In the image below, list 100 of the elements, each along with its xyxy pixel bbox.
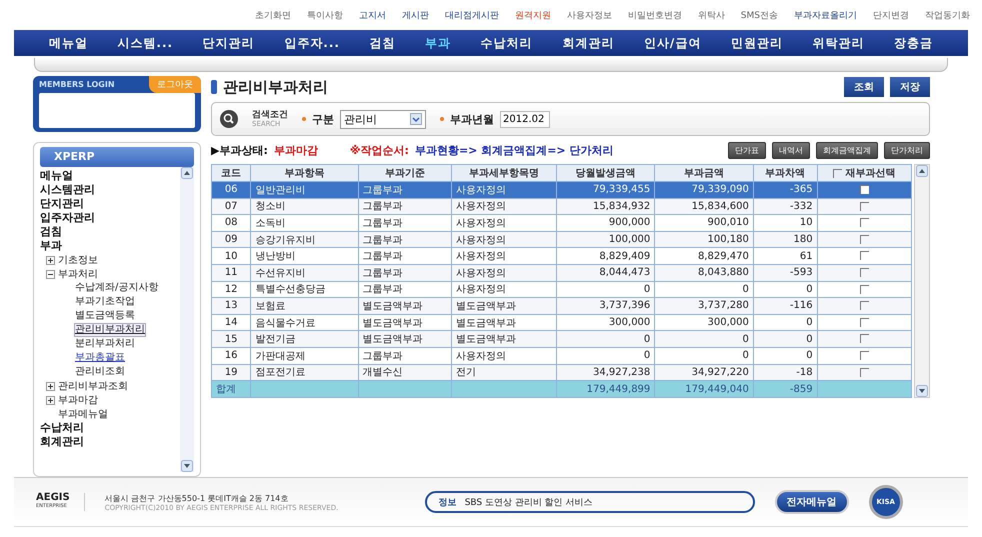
checkbox[interactable] xyxy=(860,268,869,278)
top-link[interactable]: 작업동기화 xyxy=(925,8,970,22)
checkbox[interactable] xyxy=(860,284,869,294)
menu-item[interactable]: 부과마감 xyxy=(58,393,98,407)
menu-item[interactable]: 수납계좌/공지사항 xyxy=(74,281,160,295)
top-link[interactable]: 특이사항 xyxy=(306,8,343,22)
checkbox[interactable] xyxy=(860,218,869,228)
checkbox[interactable] xyxy=(860,368,869,377)
menu-item[interactable]: 별도금액등록 xyxy=(74,309,136,323)
checkbox[interactable] xyxy=(860,251,869,260)
scrollbar[interactable] xyxy=(180,167,194,472)
menu-item[interactable]: 관리비부과처리 xyxy=(74,323,146,337)
table-cell: -116 xyxy=(753,298,818,314)
nav-item[interactable]: 민원관리 xyxy=(730,34,783,52)
menu-item[interactable]: 부과 xyxy=(40,239,62,253)
expand-icon[interactable] xyxy=(46,256,55,264)
top-link[interactable]: 단지변경 xyxy=(873,8,909,22)
menu-item[interactable]: 메뉴얼 xyxy=(40,169,73,183)
top-link[interactable]: 비밀번호변경 xyxy=(628,8,682,22)
total-label: 합계 xyxy=(212,380,251,398)
required-icon xyxy=(440,117,444,121)
checkbox[interactable] xyxy=(860,202,869,211)
collapse-icon[interactable] xyxy=(46,270,55,278)
menu-item[interactable]: 입주자관리 xyxy=(40,211,95,225)
top-link[interactable]: 원격지원 xyxy=(514,8,551,22)
action-button[interactable]: 회계금액집계 xyxy=(816,142,878,158)
menu-item[interactable]: 수납처리 xyxy=(40,421,84,435)
action-button[interactable]: 조회 xyxy=(844,77,884,97)
menu-item[interactable]: 부과메뉴얼 xyxy=(58,407,108,421)
column-header: 부과금액 xyxy=(654,164,754,182)
table-cell: 발전기금 xyxy=(250,330,358,348)
nav-item[interactable]: 메뉴얼 xyxy=(48,34,88,52)
nav-item[interactable]: 단지관리 xyxy=(202,34,255,52)
menu-item[interactable]: 관리비조회 xyxy=(74,365,126,379)
ticker-label: 정보 xyxy=(438,496,457,508)
menu-item[interactable]: 관리비부과조회 xyxy=(58,379,128,393)
checkbox[interactable] xyxy=(860,318,869,327)
menu-item[interactable]: 부과총괄표 xyxy=(74,351,126,365)
top-link[interactable]: 사용자정보 xyxy=(566,8,612,22)
table-cell: 08 xyxy=(212,214,251,232)
table-cell: 가판대공제 xyxy=(250,347,358,364)
scroll-down-icon[interactable] xyxy=(181,460,193,472)
nav-item[interactable]: 위탁관리 xyxy=(812,34,864,52)
action-button[interactable]: 단가표 xyxy=(728,142,766,158)
top-link[interactable]: 게시판 xyxy=(402,8,429,22)
table-cell: 0 xyxy=(654,347,754,364)
scroll-down-icon[interactable] xyxy=(916,385,928,398)
menu-item[interactable]: 기초정보 xyxy=(58,253,98,267)
nav-item[interactable]: 입주자... xyxy=(284,34,340,52)
table-cell: 별도금액부과 xyxy=(452,298,556,314)
checkbox[interactable] xyxy=(860,334,869,344)
checkbox[interactable] xyxy=(860,351,869,360)
search-icon xyxy=(220,110,238,128)
top-link[interactable]: 고지서 xyxy=(358,8,386,22)
checkbox[interactable] xyxy=(860,301,869,310)
nav-item[interactable]: 검침 xyxy=(370,34,396,52)
nav-item[interactable]: 부과 xyxy=(425,34,452,52)
menu-item[interactable]: 시스템관리 xyxy=(40,183,95,197)
category-select[interactable]: 관리비 xyxy=(340,110,426,128)
dropdown-icon xyxy=(410,113,422,125)
menu-item[interactable]: 단지관리 xyxy=(40,197,84,211)
expand-icon[interactable] xyxy=(46,396,55,404)
scrollbar[interactable] xyxy=(914,164,930,398)
top-link[interactable]: 초기화면 xyxy=(254,8,291,22)
action-button[interactable]: 단가처리 xyxy=(884,142,930,158)
table-cell: 900,000 xyxy=(556,214,655,232)
table-cell: 사용자정의 xyxy=(452,248,556,264)
action-button[interactable]: 내역서 xyxy=(772,142,810,158)
nav-item[interactable]: 수납처리 xyxy=(480,34,533,52)
news-ticker[interactable]: 정보 SBS 도연상 관리비 할인 서비스 xyxy=(424,491,755,513)
nav-item[interactable]: 회계관리 xyxy=(562,34,614,52)
top-link[interactable]: SMS전송 xyxy=(740,8,778,22)
table-cell: 그룹부과 xyxy=(358,182,452,198)
menu-item[interactable]: 부과처리 xyxy=(58,267,98,281)
nav-item[interactable]: 장충금 xyxy=(894,34,934,52)
title-marker-icon xyxy=(211,80,217,94)
column-header: 재부과선택 xyxy=(817,164,912,182)
menu-item[interactable]: 회계관리 xyxy=(40,435,84,449)
month-field[interactable]: 2012.02 xyxy=(500,110,550,128)
total-cell: -859 xyxy=(753,380,818,398)
table-cell: 사용자정의 xyxy=(452,182,556,198)
menu-item[interactable]: 분리부과처리 xyxy=(74,337,136,351)
top-link[interactable]: 대리점게시판 xyxy=(444,8,499,22)
nav-item[interactable]: 인사/급여 xyxy=(644,34,702,52)
expand-icon[interactable] xyxy=(46,382,55,390)
table-cell: 0 xyxy=(753,330,818,348)
action-button[interactable]: 저장 xyxy=(890,77,930,97)
top-link[interactable]: 위탁사 xyxy=(698,8,725,22)
top-link[interactable]: 부과자료올리기 xyxy=(794,8,857,22)
menu-item[interactable]: 검침 xyxy=(40,225,62,239)
scroll-up-icon[interactable] xyxy=(181,167,193,179)
total-cell: 179,449,899 xyxy=(556,380,655,398)
checkbox[interactable] xyxy=(860,234,869,244)
checkbox[interactable] xyxy=(833,168,842,178)
nav-item[interactable]: 시스템... xyxy=(117,34,174,52)
menu-item[interactable]: 부과기초작업 xyxy=(74,295,136,309)
manual-button[interactable]: 전자메뉴얼 xyxy=(774,490,849,514)
scroll-up-icon[interactable] xyxy=(916,165,928,177)
table-cell: 그룹부과 xyxy=(358,214,452,232)
checkbox[interactable] xyxy=(860,185,869,194)
